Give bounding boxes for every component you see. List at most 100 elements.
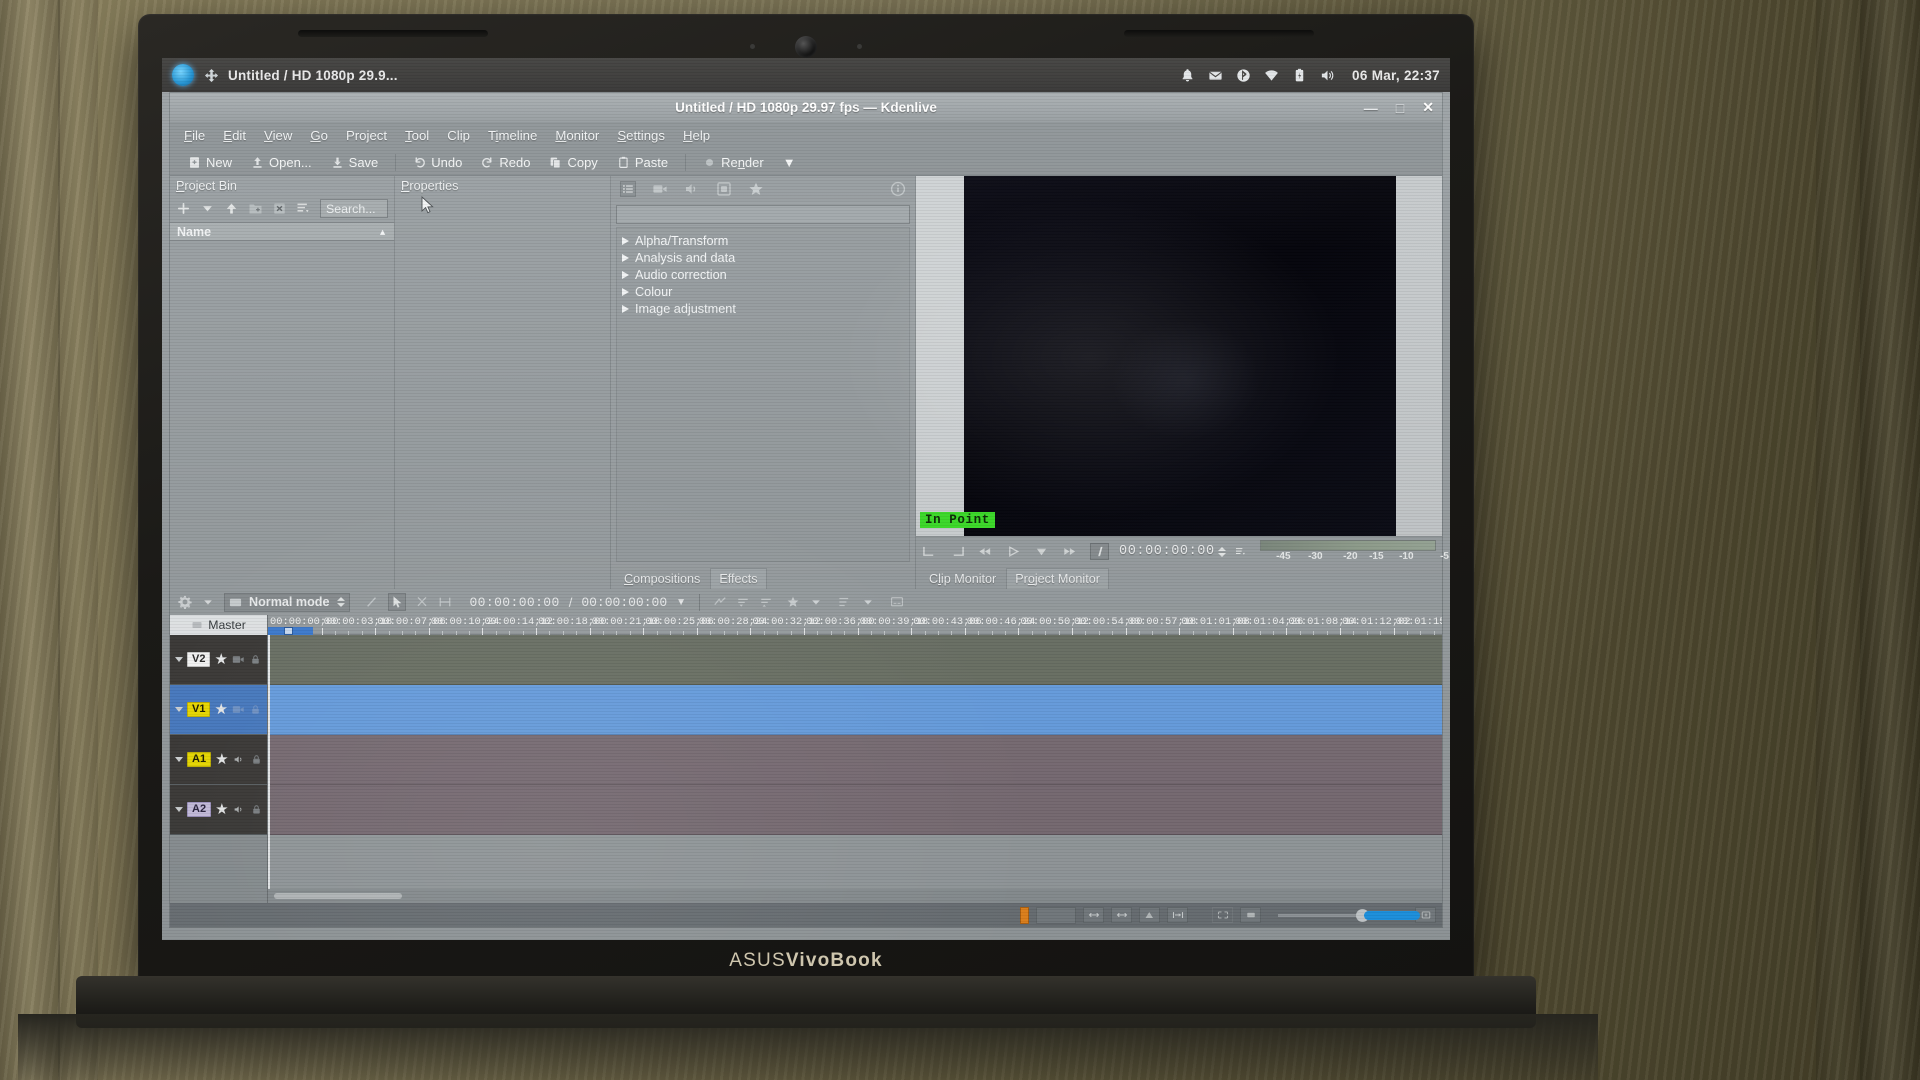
- menu-project[interactable]: Project: [346, 128, 387, 143]
- insert-zone-icon[interactable]: [1034, 545, 1049, 558]
- save-button[interactable]: Save: [325, 153, 385, 172]
- lock-icon[interactable]: [250, 754, 263, 765]
- video-icon[interactable]: [232, 704, 245, 715]
- timeline-settings-dropdown-icon[interactable]: [201, 595, 215, 609]
- mail-icon[interactable]: [1208, 68, 1223, 83]
- track-name-v1[interactable]: V1: [187, 702, 211, 717]
- cut-icon[interactable]: [415, 595, 429, 609]
- bin-options-icon[interactable]: [296, 201, 311, 216]
- menu-edit[interactable]: Edit: [223, 128, 246, 143]
- set-in-icon[interactable]: [922, 545, 937, 558]
- timeline-ruler[interactable]: 00:00:00;00 00:00:03;18 00:00:07;06 00:00:1…: [268, 615, 1442, 635]
- timecode-spinner[interactable]: [1217, 546, 1226, 557]
- tab-project-monitor[interactable]: Project Monitor: [1006, 568, 1109, 589]
- menu-go[interactable]: Go: [310, 128, 328, 143]
- taskbar-clock[interactable]: 06 Mar, 22:37: [1352, 68, 1440, 83]
- playhead-line[interactable]: [268, 635, 270, 889]
- menu-timeline[interactable]: Timeline: [488, 128, 537, 143]
- volume-icon[interactable]: [1320, 68, 1335, 83]
- track-name-v2[interactable]: V2: [187, 652, 211, 667]
- bin-item-list[interactable]: [170, 241, 394, 589]
- master-track-header[interactable]: Master: [170, 615, 267, 635]
- timeline-edit-mode-selector[interactable]: Normal mode: [224, 592, 351, 612]
- close-button[interactable]: ✕: [1422, 99, 1434, 116]
- lock-icon[interactable]: [249, 654, 262, 665]
- list-view-icon[interactable]: [620, 180, 636, 197]
- extract-zone-button[interactable]: [1111, 907, 1132, 923]
- track-collapse-icon[interactable]: [175, 757, 183, 762]
- effects-search-input[interactable]: [616, 205, 910, 224]
- menu-view[interactable]: View: [264, 128, 292, 143]
- monitor-timecode[interactable]: 00:00:00:00: [1119, 544, 1215, 559]
- delete-clip-icon[interactable]: [272, 201, 287, 216]
- track-effects-icon[interactable]: ★: [215, 802, 228, 817]
- track-collapse-icon[interactable]: [175, 807, 183, 812]
- track-name-a1[interactable]: A1: [187, 752, 212, 767]
- favorite-icon[interactable]: [786, 595, 800, 609]
- track-header-v1[interactable]: V1 ★: [170, 685, 267, 735]
- track-header-v2[interactable]: V2 ★: [170, 635, 267, 685]
- parent-folder-icon[interactable]: [224, 201, 239, 216]
- track-lane-a1[interactable]: [268, 735, 1442, 785]
- timeline-empty-area[interactable]: [268, 835, 1442, 889]
- add-clip-icon[interactable]: [176, 201, 191, 216]
- audio-icon[interactable]: [233, 804, 246, 815]
- track-lane-a2[interactable]: [268, 785, 1442, 835]
- taskbar-window-title[interactable]: Untitled / HD 1080p 29.9...: [228, 68, 398, 83]
- timecode-dropdown-icon[interactable]: ▼: [676, 597, 686, 608]
- add-clip-dropdown-icon[interactable]: [200, 201, 215, 216]
- track-lane-v1[interactable]: [268, 685, 1442, 735]
- rewind-icon[interactable]: [978, 545, 993, 558]
- info-icon[interactable]: [890, 181, 906, 197]
- video-effects-icon[interactable]: [652, 181, 668, 197]
- monitor-video-surface[interactable]: [964, 176, 1396, 536]
- mode-spinner-down-icon[interactable]: [337, 603, 346, 607]
- guides-dropdown-icon[interactable]: [861, 595, 875, 609]
- render-button[interactable]: Render: [697, 153, 770, 172]
- favorite-dropdown-icon[interactable]: [809, 595, 823, 609]
- mode-spinner-up-icon[interactable]: [337, 597, 346, 601]
- zone-duration-field[interactable]: [1036, 906, 1076, 924]
- forward-icon[interactable]: [1062, 545, 1077, 558]
- insert-zone-button[interactable]: [1083, 907, 1104, 923]
- toolbar-overflow-button[interactable]: ▼: [777, 153, 802, 172]
- effects-category-analysis-and-data[interactable]: Analysis and data: [622, 249, 909, 266]
- undo-button[interactable]: Undo: [407, 153, 468, 172]
- audio-effects-icon[interactable]: [684, 181, 700, 197]
- custom-effects-icon[interactable]: [716, 181, 732, 197]
- app-launcher-icon[interactable]: [172, 64, 194, 86]
- track-lane-v2[interactable]: [268, 635, 1442, 685]
- fit-zoom-button[interactable]: [1212, 907, 1233, 923]
- bin-search-input[interactable]: Search...: [320, 199, 388, 218]
- copy-button[interactable]: Copy: [543, 153, 603, 172]
- bell-icon[interactable]: [1180, 68, 1195, 83]
- lock-icon[interactable]: [249, 704, 262, 715]
- menu-settings[interactable]: Settings: [617, 128, 665, 143]
- effects-category-colour[interactable]: Colour: [622, 283, 909, 300]
- lock-icon[interactable]: [250, 804, 263, 815]
- wifi-icon[interactable]: [1264, 68, 1279, 83]
- menu-clip[interactable]: Clip: [447, 128, 470, 143]
- menu-monitor[interactable]: Monitor: [555, 128, 599, 143]
- spinner-up-icon[interactable]: [1217, 546, 1226, 551]
- guides-icon[interactable]: [838, 595, 852, 609]
- tab-clip-monitor[interactable]: Clip Monitor: [921, 569, 1004, 589]
- timeline-hscrollbar-track[interactable]: [268, 889, 1442, 903]
- edit-mode-spinner[interactable]: [337, 597, 346, 607]
- spinner-down-icon[interactable]: [1217, 552, 1226, 557]
- maximize-button[interactable]: □: [1396, 100, 1404, 116]
- menu-file[interactable]: File: [184, 128, 205, 143]
- new-button[interactable]: New: [182, 153, 238, 172]
- track-effects-icon[interactable]: ★: [215, 752, 228, 767]
- bin-column-header[interactable]: Name ▲: [170, 222, 394, 241]
- fit-zone-icon[interactable]: [438, 595, 452, 609]
- menu-help[interactable]: Help: [683, 128, 710, 143]
- extract-clip-icon[interactable]: [759, 595, 773, 609]
- insert-clip-icon[interactable]: [736, 595, 750, 609]
- effects-category-alpha-transform[interactable]: Alpha/Transform: [622, 232, 909, 249]
- tab-compositions[interactable]: Compositions: [616, 569, 708, 589]
- battery-icon[interactable]: [1292, 68, 1307, 83]
- redo-button[interactable]: Redo: [475, 153, 536, 172]
- subtitle-icon[interactable]: [890, 595, 904, 609]
- preview-render-button[interactable]: [1139, 907, 1160, 923]
